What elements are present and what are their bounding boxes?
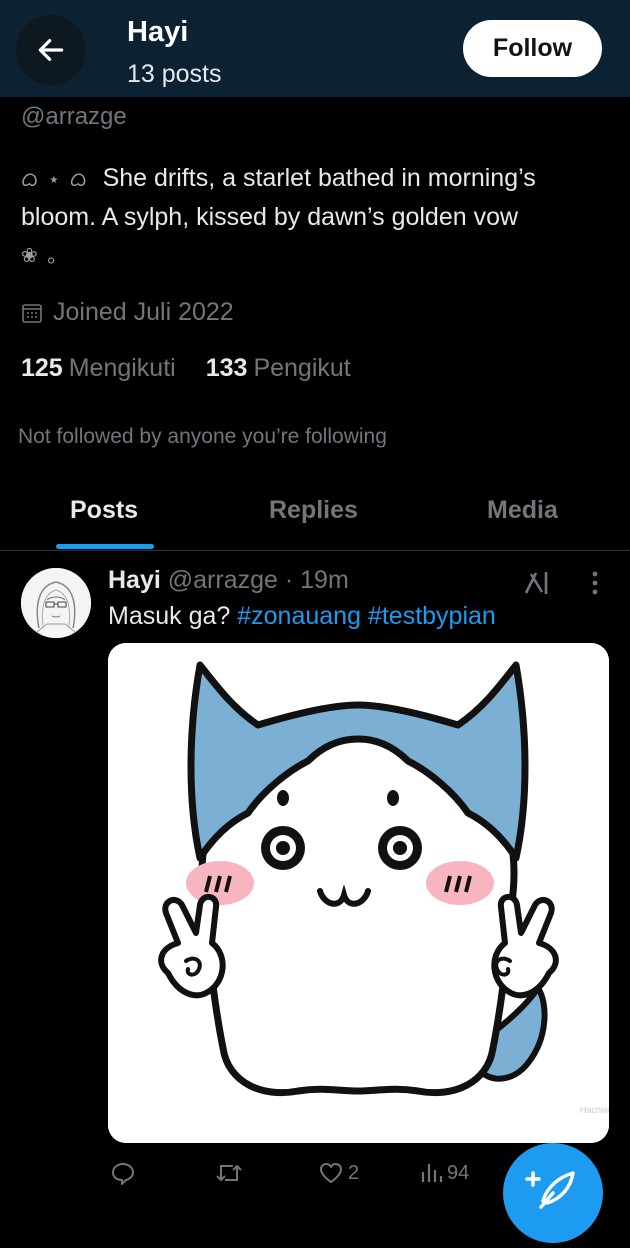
grok-icon[interactable]	[522, 568, 552, 598]
post-header: Hayi @arrazge · 19m	[108, 566, 349, 595]
post-count: 13 posts	[127, 60, 222, 88]
profile-name: Hayi	[127, 16, 189, 48]
following-link[interactable]: 125 Mengikuti	[21, 354, 176, 383]
avatar-image	[21, 568, 91, 638]
followers-label: Pengikut	[253, 354, 351, 382]
profile-bio: ᜊ ⋆ ᜊ She drifts, a starlet bathed in mo…	[21, 160, 601, 275]
not-followed-note: Not followed by anyone you’re following	[18, 425, 387, 448]
following-count: 125	[21, 354, 63, 382]
bio-text: She drifts, a starlet bathed in morning’…	[21, 164, 536, 231]
post-author-name[interactable]: Hayi	[108, 566, 161, 594]
repost-button[interactable]	[214, 1160, 248, 1186]
post-text: Masuk ga? #zonauang #testbypian	[108, 602, 496, 631]
profile-tabs: Posts Replies Media	[0, 470, 630, 551]
calendar-icon	[22, 303, 42, 323]
like-button[interactable]: 2	[318, 1160, 359, 1186]
follow-stats: 125 Mengikuti 133 Pengikut	[21, 354, 381, 383]
bio-decoration-end: ❀ ｡	[21, 245, 60, 267]
follow-button[interactable]: Follow	[463, 20, 602, 77]
views-icon	[421, 1164, 443, 1182]
compose-button[interactable]	[503, 1143, 603, 1243]
image-watermark: Hachiware	[580, 1105, 609, 1115]
cat-illustration: Hachiware	[108, 643, 609, 1143]
active-tab-indicator	[56, 544, 154, 549]
arrow-left-icon	[38, 39, 64, 61]
tab-media[interactable]: Media	[487, 496, 558, 525]
back-button[interactable]	[16, 15, 86, 85]
post-body: Masuk ga?	[108, 602, 231, 630]
hashtag-link[interactable]: #testbypian	[368, 602, 496, 630]
reply-button[interactable]	[110, 1160, 140, 1186]
tab-replies[interactable]: Replies	[269, 496, 358, 525]
heart-icon	[320, 1163, 342, 1183]
view-count: 94	[447, 1161, 470, 1184]
following-label: Mengikuti	[68, 354, 176, 382]
more-vertical-icon[interactable]	[585, 568, 605, 598]
repost-icon	[216, 1164, 242, 1182]
followers-link[interactable]: 133 Pengikut	[206, 354, 351, 383]
tab-posts[interactable]: Posts	[70, 496, 138, 525]
compose-icon	[525, 1171, 575, 1209]
post-media-image[interactable]: Hachiware	[108, 643, 609, 1143]
bio-decoration-start: ᜊ ⋆ ᜊ	[21, 169, 89, 191]
like-count: 2	[348, 1161, 360, 1184]
hashtag-link[interactable]: #zonauang	[237, 602, 361, 630]
joined-text: Joined Juli 2022	[53, 298, 234, 326]
post-author-handle[interactable]: @arrazge	[168, 566, 278, 594]
reply-icon	[112, 1163, 134, 1185]
profile-handle: @arrazge	[21, 103, 127, 130]
followers-count: 133	[205, 354, 248, 382]
post-avatar[interactable]	[21, 568, 91, 638]
views-button[interactable]: 94	[419, 1160, 469, 1186]
post-time[interactable]: · 19m	[285, 566, 349, 594]
profile-header-bar: Hayi 13 posts Follow	[0, 0, 630, 97]
joined-date: Joined Juli 2022	[21, 298, 234, 327]
